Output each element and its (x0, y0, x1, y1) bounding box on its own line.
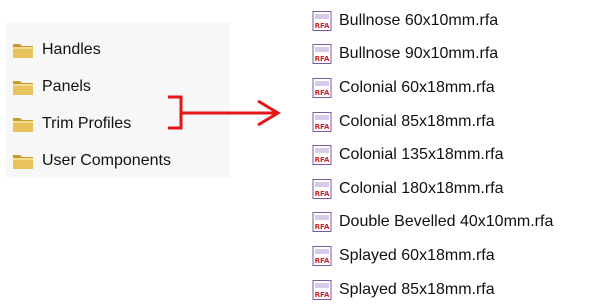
file-item[interactable]: RFA Bullnose 90x10mm.rfa (312, 38, 553, 72)
file-item[interactable]: RFA Colonial 60x18mm.rfa (312, 71, 553, 105)
rfa-icon-text: RFA (315, 190, 330, 198)
rfa-icon-text: RFA (315, 22, 330, 30)
file-label: Colonial 180x18mm.rfa (339, 179, 504, 197)
file-item[interactable]: RFA Colonial 180x18mm.rfa (312, 172, 553, 206)
rfa-file-icon: RFA (312, 77, 332, 98)
rfa-file-icon: RFA (312, 212, 332, 233)
rfa-icon-text: RFA (315, 156, 330, 164)
file-item[interactable]: RFA Bullnose 60x10mm.rfa (312, 4, 553, 38)
rfa-icon-text: RFA (315, 123, 330, 131)
file-label: Double Bevelled 40x10mm.rfa (339, 213, 554, 231)
file-item[interactable]: RFA Colonial 135x18mm.rfa (312, 138, 553, 172)
file-item[interactable]: RFA Splayed 85x18mm.rfa (312, 273, 553, 306)
rfa-file-icon: RFA (312, 111, 332, 132)
rfa-icon-text: RFA (315, 257, 330, 265)
file-label: Colonial 135x18mm.rfa (339, 146, 504, 164)
rfa-icon-text: RFA (315, 223, 330, 231)
file-item[interactable]: RFA Splayed 60x18mm.rfa (312, 239, 553, 273)
file-item[interactable]: RFA Colonial 85x18mm.rfa (312, 105, 553, 139)
rfa-file-icon: RFA (312, 44, 332, 65)
file-label: Bullnose 90x10mm.rfa (339, 45, 499, 63)
rfa-icon-text: RFA (315, 55, 330, 63)
file-item[interactable]: RFA Double Bevelled 40x10mm.rfa (312, 206, 553, 240)
rfa-file-icon: RFA (312, 145, 332, 166)
rfa-file-icon: RFA (312, 10, 332, 31)
file-list: RFA Bullnose 60x10mm.rfa RFA Bullnose 90… (312, 4, 553, 306)
file-label: Splayed 60x18mm.rfa (339, 246, 495, 264)
rfa-icon-text: RFA (315, 291, 330, 299)
file-label: Colonial 60x18mm.rfa (339, 78, 495, 96)
file-label: Splayed 85x18mm.rfa (339, 280, 495, 298)
file-label: Colonial 85x18mm.rfa (339, 112, 495, 130)
rfa-file-icon: RFA (312, 245, 332, 266)
rfa-icon-text: RFA (315, 89, 330, 97)
file-label: Bullnose 60x10mm.rfa (339, 11, 499, 29)
rfa-file-icon: RFA (312, 279, 332, 300)
rfa-file-icon: RFA (312, 178, 332, 199)
